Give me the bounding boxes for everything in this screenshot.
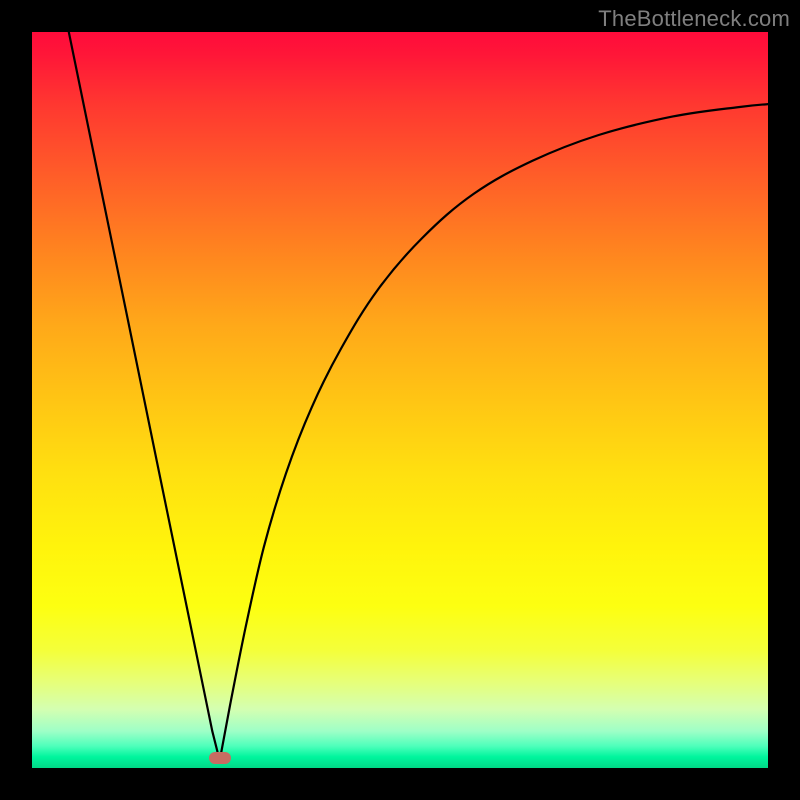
watermark-text: TheBottleneck.com <box>598 6 790 32</box>
curve-right-branch <box>220 104 768 761</box>
chart-frame: TheBottleneck.com <box>0 0 800 800</box>
curve-left-branch <box>69 32 220 761</box>
curve-svg <box>32 32 768 768</box>
plot-area <box>32 32 768 768</box>
min-marker <box>209 752 231 764</box>
